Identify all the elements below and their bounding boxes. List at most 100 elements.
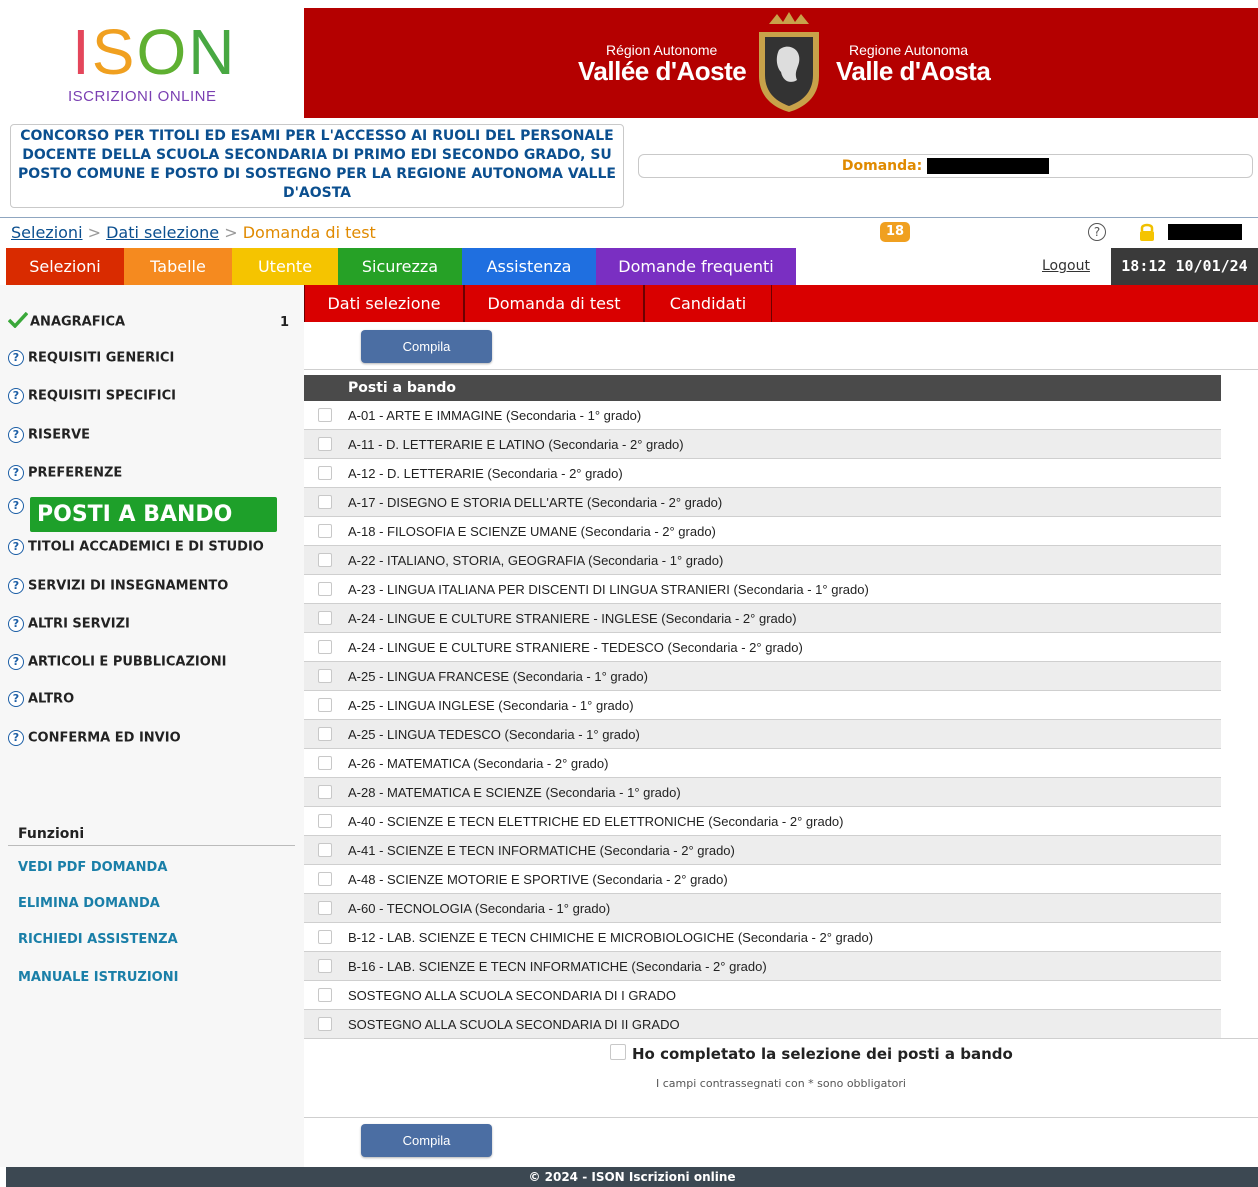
region-fr-big: Vallée d'Aoste	[578, 56, 747, 86]
posto-label: SOSTEGNO ALLA SCUOLA SECONDARIA DI II GR…	[348, 1017, 680, 1032]
crest-icon	[753, 10, 825, 114]
breadcrumb: Selezioni > Dati selezione > Domanda di …	[0, 217, 1258, 247]
lock-icon	[1138, 222, 1156, 242]
posto-checkbox[interactable]	[318, 814, 332, 828]
posto-checkbox[interactable]	[318, 669, 332, 683]
posto-row: B-12 - LAB. SCIENZE E TECN CHIMICHE E MI…	[304, 923, 1221, 952]
posto-row: A-41 - SCIENZE E TECN INFORMATICHE (Seco…	[304, 836, 1221, 865]
breadcrumb-selezioni[interactable]: Selezioni	[11, 223, 83, 242]
completed-selection-checkbox[interactable]: Ho completato la selezione dei posti a b…	[610, 1044, 1013, 1063]
divider	[304, 1038, 1258, 1039]
sidebar-item-anagrafica[interactable]: ANAGRAFICA	[7, 311, 125, 336]
domanda-field: Domanda:	[638, 154, 1253, 178]
posto-label: A-28 - MATEMATICA E SCIENZE (Secondaria …	[348, 785, 681, 800]
posto-label: A-40 - SCIENZE E TECN ELETTRICHE ED ELET…	[348, 814, 844, 829]
posto-checkbox[interactable]	[318, 611, 332, 625]
posto-label: A-41 - SCIENZE E TECN INFORMATICHE (Seco…	[348, 843, 735, 858]
help-icon: ?	[8, 498, 24, 514]
sidebar-item-titoli[interactable]: ? TITOLI ACCADEMICI E DI STUDIO	[8, 539, 264, 563]
posto-checkbox[interactable]	[318, 785, 332, 799]
ison-logo: ISON ISCRIZIONI ONLINE	[0, 0, 304, 118]
sidebar-item-requisiti-specifici[interactable]: ? REQUISITI SPECIFICI	[8, 388, 176, 412]
concorso-title: CONCORSO PER TITOLI ED ESAMI PER L'ACCES…	[10, 124, 624, 208]
posto-row: SOSTEGNO ALLA SCUOLA SECONDARIA DI I GRA…	[304, 981, 1221, 1010]
tab-candidati[interactable]: Candidati	[644, 285, 772, 322]
sidebar-item-posti-a-bando[interactable]: POSTI A BANDO	[30, 497, 277, 532]
compila-button-top[interactable]: Compila	[361, 330, 492, 363]
posto-checkbox[interactable]	[318, 466, 332, 480]
sidebar-item-altri-servizi[interactable]: ? ALTRI SERVIZI	[8, 616, 130, 640]
sidebar-item-altro[interactable]: ? ALTRO	[8, 691, 74, 715]
nav-assistenza[interactable]: Assistenza	[462, 248, 596, 285]
posto-checkbox[interactable]	[318, 901, 332, 915]
help-icon: ?	[8, 465, 24, 481]
posto-checkbox[interactable]	[318, 524, 332, 538]
posto-label: B-16 - LAB. SCIENZE E TECN INFORMATICHE …	[348, 959, 767, 974]
posto-checkbox[interactable]	[318, 640, 332, 654]
posto-label: A-48 - SCIENZE MOTORIE E SPORTIVE (Secon…	[348, 872, 728, 887]
posto-checkbox[interactable]	[318, 408, 332, 422]
vedi-pdf-link[interactable]: VEDI PDF DOMANDA	[18, 860, 167, 875]
posto-label: A-22 - ITALIANO, STORIA, GEOGRAFIA (Seco…	[348, 553, 724, 568]
sidebar-item-preferenze[interactable]: ? PREFERENZE	[8, 465, 122, 489]
sidebar-item-servizi-insegnamento[interactable]: ? SERVIZI DI INSEGNAMENTO	[8, 578, 228, 602]
posto-row: A-24 - LINGUE E CULTURE STRANIERE - TEDE…	[304, 633, 1221, 662]
posto-checkbox[interactable]	[318, 1017, 332, 1031]
sidebar-item-riserve[interactable]: ? RISERVE	[8, 427, 90, 451]
help-icon: ?	[8, 730, 24, 746]
region-it-big: Valle d'Aosta	[836, 56, 991, 86]
posto-checkbox[interactable]	[318, 930, 332, 944]
posto-checkbox[interactable]	[318, 437, 332, 451]
elimina-domanda-link[interactable]: ELIMINA DOMANDA	[18, 896, 160, 911]
nav-domande-frequenti[interactable]: Domande frequenti	[596, 248, 796, 285]
sidebar-item-articoli[interactable]: ? ARTICOLI E PUBBLICAZIONI	[8, 654, 227, 678]
posto-checkbox[interactable]	[318, 872, 332, 886]
posto-label: A-11 - D. LETTERARIE E LATINO (Secondari…	[348, 437, 684, 452]
nav-sicurezza[interactable]: Sicurezza	[338, 248, 462, 285]
checkmark-icon	[7, 311, 29, 332]
help-icon[interactable]: ?	[1088, 223, 1106, 241]
sidebar-item-conferma[interactable]: ? CONFERMA ED INVIO	[8, 730, 181, 754]
checkbox[interactable]	[610, 1044, 626, 1060]
tab-domanda-di-test[interactable]: Domanda di test	[464, 285, 644, 322]
posto-row: A-17 - DISEGNO E STORIA DELL'ARTE (Secon…	[304, 488, 1221, 517]
posto-checkbox[interactable]	[318, 843, 332, 857]
richiedi-assistenza-link[interactable]: RICHIEDI ASSISTENZA	[18, 932, 178, 947]
posto-label: A-24 - LINGUE E CULTURE STRANIERE - TEDE…	[348, 640, 803, 655]
help-icon: ?	[8, 691, 24, 707]
breadcrumb-dati-selezione[interactable]: Dati selezione	[106, 223, 219, 242]
help-icon: ?	[8, 350, 24, 366]
posto-row: A-25 - LINGUA INGLESE (Secondaria - 1° g…	[304, 691, 1221, 720]
posto-checkbox[interactable]	[318, 553, 332, 567]
domanda-label: Domanda:	[841, 158, 923, 174]
posto-checkbox[interactable]	[318, 988, 332, 1002]
posto-checkbox[interactable]	[318, 698, 332, 712]
posto-checkbox[interactable]	[318, 959, 332, 973]
tab-dati-selezione[interactable]: Dati selezione	[304, 285, 464, 322]
posto-row: A-11 - D. LETTERARIE E LATINO (Secondari…	[304, 430, 1221, 459]
nav-utente[interactable]: Utente	[232, 248, 338, 285]
posto-checkbox[interactable]	[318, 582, 332, 596]
completed-label: Ho completato la selezione dei posti a b…	[632, 1045, 1013, 1063]
posto-label: B-12 - LAB. SCIENZE E TECN CHIMICHE E MI…	[348, 930, 874, 945]
posto-checkbox[interactable]	[318, 495, 332, 509]
nav-selezioni[interactable]: Selezioni	[6, 248, 124, 285]
help-icon: ?	[8, 427, 24, 443]
posto-row: A-25 - LINGUA FRANCESE (Secondaria - 1° …	[304, 662, 1221, 691]
breadcrumb-separator: >	[87, 223, 102, 242]
posto-row: A-01 - ARTE E IMMAGINE (Secondaria - 1° …	[304, 401, 1221, 430]
posto-label: A-01 - ARTE E IMMAGINE (Secondaria - 1° …	[348, 408, 642, 423]
manuale-istruzioni-link[interactable]: MANUALE ISTRUZIONI	[18, 970, 178, 985]
logout-link[interactable]: Logout	[1042, 258, 1090, 274]
divider	[304, 369, 1258, 370]
posto-checkbox[interactable]	[318, 756, 332, 770]
sidebar-item-requisiti-generici[interactable]: ? REQUISITI GENERICI	[8, 350, 174, 374]
posto-row: SOSTEGNO ALLA SCUOLA SECONDARIA DI II GR…	[304, 1010, 1221, 1039]
footer: © 2024 - ISON Iscrizioni online	[6, 1167, 1258, 1187]
compila-button-bottom[interactable]: Compila	[361, 1124, 492, 1157]
nav-tabelle[interactable]: Tabelle	[124, 248, 232, 285]
notification-badge[interactable]: 18	[880, 222, 910, 242]
posto-label: SOSTEGNO ALLA SCUOLA SECONDARIA DI I GRA…	[348, 988, 676, 1003]
help-icon: ?	[8, 616, 24, 632]
posto-checkbox[interactable]	[318, 727, 332, 741]
